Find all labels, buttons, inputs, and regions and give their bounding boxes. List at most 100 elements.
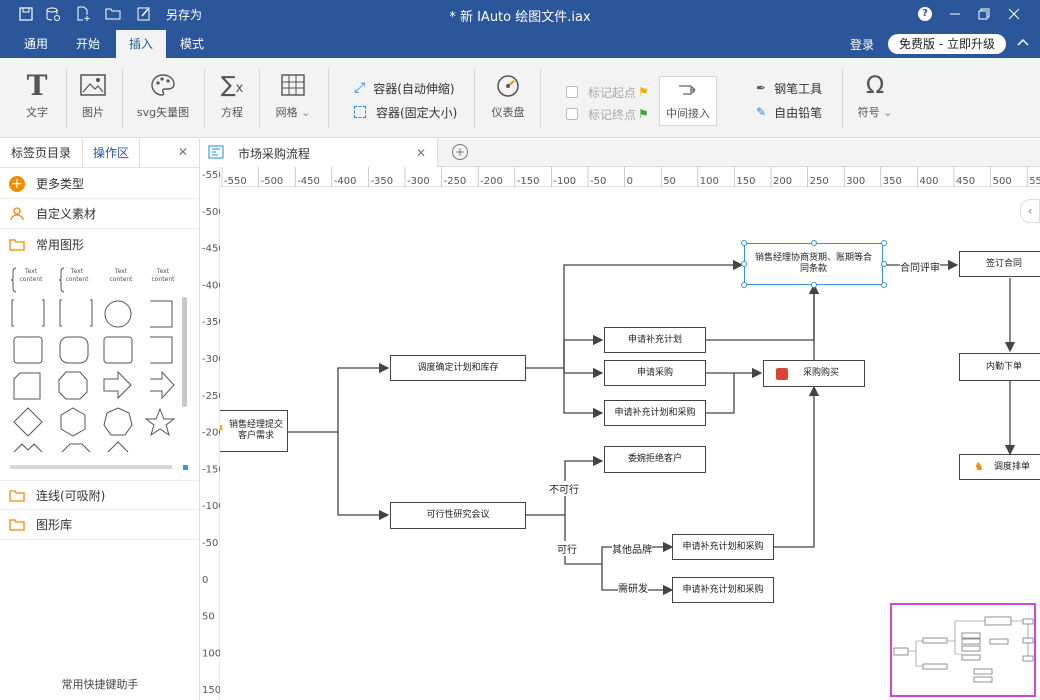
node-reject[interactable]: 委婉拒绝客户	[604, 446, 706, 473]
ruler-tick-label: -50	[590, 176, 606, 187]
minimize-icon[interactable]	[944, 4, 966, 24]
login-button[interactable]: 登录	[850, 36, 874, 53]
container-auto-button[interactable]: ⤢ 容器(自动伸缩)	[354, 78, 455, 98]
shape-hscrollbar[interactable]	[10, 465, 172, 469]
node-buy[interactable]: 采购购买	[763, 360, 865, 387]
folder-icon	[8, 238, 26, 251]
node-feasibility[interactable]: 可行性研究会议	[390, 502, 526, 529]
more-types-item[interactable]: + 更多类型	[0, 169, 199, 199]
ruler-tick-label: -450	[202, 244, 220, 255]
connectors-item[interactable]: 连线(可吸附)	[0, 480, 199, 510]
minimap[interactable]	[890, 603, 1036, 697]
collapse-ribbon-icon[interactable]	[1017, 36, 1029, 50]
folder-icon	[8, 518, 26, 531]
ruler-tick-label: 400	[919, 176, 938, 187]
grid-icon	[281, 66, 305, 104]
container-fixed-button[interactable]: 容器(固定大小)	[354, 102, 457, 122]
label-infeasible: 不可行	[549, 481, 579, 496]
horizontal-ruler: -550 -500 -450 -400 -350 -300 -250 -200 -150 -100…	[200, 167, 1040, 187]
ruler-tick-label: -350	[370, 176, 393, 187]
ruler-tick-label: -100	[553, 176, 576, 187]
document-tab[interactable]: 市场采购流程 ✕	[200, 139, 438, 167]
shield-icon	[776, 368, 788, 380]
help-icon[interactable]: ?	[914, 4, 936, 24]
common-shapes-item[interactable]: 常用图形	[0, 229, 199, 259]
ruler-tick-label: -250	[444, 176, 467, 187]
node-supplement-plan[interactable]: 申请补充计划	[604, 327, 706, 353]
ruler-tick-label: -50	[202, 538, 218, 549]
expand-icon: ⤢	[354, 80, 366, 96]
node-dispatch[interactable]: 调度确定计划和库存	[390, 355, 526, 381]
shape-icons[interactable]	[8, 262, 180, 457]
node-other-brand[interactable]: 申请补充计划和采购	[672, 534, 774, 560]
restore-icon[interactable]	[973, 4, 995, 24]
ruler-tick-label: -400	[202, 280, 220, 291]
node-sign-contract[interactable]: 签订合同	[959, 251, 1040, 277]
free-pencil-button[interactable]: ✎ 自由铅笔	[756, 102, 822, 122]
title-bar: 另存为 * 新 IAuto 绘图文件.iax ?	[0, 0, 1040, 30]
pen-tool-button[interactable]: ✒ 钢笔工具	[756, 78, 822, 98]
ruler-tick-label: 100	[202, 648, 220, 659]
mark-start-checkbox[interactable]: 标记起点 ⚑	[566, 82, 649, 102]
ruler-tick-label: 200	[773, 176, 792, 187]
ruler-tick-label: 50	[202, 612, 215, 623]
user-icon	[8, 206, 26, 221]
gauge-icon	[495, 66, 521, 104]
node-purchase[interactable]: 申请采购	[604, 360, 706, 386]
tab-insert[interactable]: 插入	[116, 30, 166, 58]
node-internal-order[interactable]: 内勤下单	[959, 353, 1040, 381]
tab-general[interactable]: 通用	[12, 30, 60, 58]
ruler-tick-label: 450	[956, 176, 975, 187]
node-dispatch-arrange[interactable]: ♞ 调度排单	[959, 454, 1040, 480]
insert-dashboard-button[interactable]: 仪表盘	[486, 66, 530, 132]
insert-grid-button[interactable]: 网格 ⌄	[268, 66, 318, 132]
close-panel-icon[interactable]: ✕	[178, 145, 188, 159]
node-rd[interactable]: 申请补充计划和采购	[672, 577, 774, 603]
upgrade-button[interactable]: 免费版 - 立即升级	[888, 34, 1006, 54]
insert-equation-button[interactable]: ∑x 方程	[212, 66, 252, 132]
insert-image-button[interactable]: 图片	[72, 66, 114, 132]
ruler-tick-label: 150	[202, 685, 220, 696]
palette-icon	[150, 66, 176, 104]
node-supplement-purchase[interactable]: 申请补充计划和采购	[604, 400, 706, 426]
ruler-tick-label: -200	[480, 176, 503, 187]
ruler-tick-label: 500	[993, 176, 1012, 187]
node-start[interactable]: ⚑ 销售经理提交客户需求	[220, 410, 288, 452]
close-tab-icon[interactable]: ✕	[416, 146, 426, 160]
insert-text-button[interactable]: T 文字	[16, 66, 58, 132]
shortcut-helper-button[interactable]: 常用快捷键助手	[0, 676, 200, 692]
tab-toc[interactable]: 标签页目录	[11, 139, 71, 167]
vertical-ruler: -550-500-450-400-350-300-250-200-150-100…	[200, 167, 220, 700]
label-need-rd: 需研发	[618, 580, 648, 595]
middle-connect-button[interactable]: 中间接入	[659, 76, 717, 126]
close-icon[interactable]	[1003, 4, 1025, 24]
ruler-tick-label: -550	[224, 176, 247, 187]
plus-circle-icon: +	[8, 175, 26, 192]
connect-icon	[677, 82, 699, 101]
document-tabs: 市场采购流程 ✕ +	[200, 139, 1040, 167]
ruler-tick-label: -450	[297, 176, 320, 187]
sidebar-toggle-icon[interactable]: ‹	[1020, 199, 1040, 223]
tab-mode[interactable]: 模式	[168, 30, 216, 58]
ruler-tick-label: 550	[1029, 176, 1040, 187]
ruler-tick-label: -250	[202, 391, 220, 402]
shape-scrollbar[interactable]	[182, 297, 187, 407]
ruler-tick-label: 0	[627, 176, 633, 187]
ruler-tick-label: -350	[202, 317, 220, 328]
window-title: * 新 IAuto 绘图文件.iax	[449, 10, 591, 25]
mark-end-checkbox[interactable]: 标记终点 ⚑	[566, 104, 649, 124]
ribbon: T 文字 图片 svg矢量图 ∑x 方程 网格 ⌄ ⤢ 容器(自动伸缩) 容器(固…	[0, 58, 1040, 138]
add-tab-icon[interactable]: +	[452, 144, 468, 160]
label-other-brand: 其他品牌	[612, 541, 652, 556]
label-contract-review: 合同评审	[900, 259, 940, 274]
ruler-tick-label: -300	[202, 354, 220, 365]
custom-material-item[interactable]: 自定义素材	[0, 199, 199, 229]
flag-icon: ⚑	[638, 85, 649, 99]
insert-svg-button[interactable]: svg矢量图	[132, 66, 194, 132]
shape-library-item[interactable]: 图形库	[0, 510, 199, 540]
tab-operations[interactable]: 操作区	[82, 139, 140, 167]
folder-icon	[8, 489, 26, 502]
chevron-down-icon: ⌄	[301, 106, 311, 119]
insert-symbol-button[interactable]: Ω 符号 ⌄	[852, 66, 898, 132]
tab-start[interactable]: 开始	[64, 30, 112, 58]
